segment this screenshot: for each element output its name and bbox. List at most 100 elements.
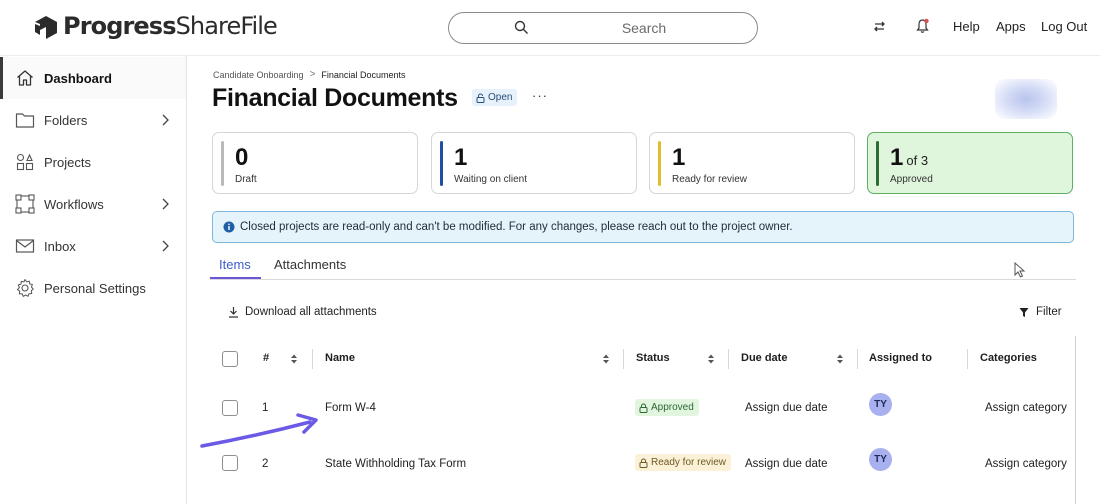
filter-icon — [1019, 307, 1029, 317]
folder-icon — [15, 113, 35, 128]
sidebar-item-inbox[interactable]: Inbox — [0, 225, 186, 267]
stat-color-bar — [658, 141, 661, 186]
stat-total: of 3 — [906, 153, 929, 168]
stat-color-bar — [876, 141, 879, 186]
assign-due-date-link[interactable]: Assign due date — [745, 402, 827, 414]
logo-text: ProgressShareFile — [63, 12, 278, 40]
download-all-attachments-button[interactable]: Download all attachments — [228, 306, 377, 318]
column-divider — [312, 349, 313, 369]
stat-card-approved[interactable]: 1 of 3 Approved — [867, 132, 1073, 194]
row-number: 2 — [262, 458, 269, 470]
stat-card-draft[interactable]: 0 Draft — [212, 132, 418, 194]
download-icon — [229, 307, 238, 318]
sidebar-item-label: Workflows — [44, 197, 104, 212]
row-checkbox[interactable] — [222, 455, 238, 471]
column-header-categories[interactable]: Categories — [980, 352, 1037, 364]
column-header-number[interactable]: # — [263, 352, 269, 364]
lock-icon — [639, 403, 648, 413]
mouse-cursor-icon — [1014, 262, 1026, 278]
column-divider — [623, 349, 624, 369]
stat-label: Waiting on client — [454, 174, 527, 185]
mail-icon — [15, 239, 35, 253]
sort-icon[interactable] — [707, 353, 715, 365]
projects-icon — [16, 153, 34, 171]
status-badge: Approved — [635, 399, 699, 416]
sidebar-item-label: Inbox — [44, 239, 76, 254]
lock-icon — [639, 458, 648, 468]
breadcrumb-parent-link[interactable]: Candidate Onboarding — [213, 70, 304, 80]
select-all-checkbox[interactable] — [222, 351, 238, 367]
progress-sharefile-logo[interactable]: ProgressShareFile — [33, 12, 278, 40]
table-scrollbar[interactable] — [1075, 336, 1076, 504]
status-label: Ready for review — [651, 457, 727, 468]
top-header: ProgressShareFile Help Apps Log Out — [0, 0, 1100, 56]
sidebar-item-dashboard[interactable]: Dashboard — [0, 57, 186, 99]
stat-label: Ready for review — [672, 174, 748, 185]
stat-color-bar — [221, 141, 224, 186]
chevron-right-icon[interactable] — [160, 197, 170, 211]
sidebar-item-projects[interactable]: Projects — [0, 141, 186, 183]
stat-value: 0 — [235, 144, 249, 171]
switch-account-icon[interactable] — [872, 19, 887, 34]
progress-logo-icon — [35, 16, 57, 39]
annotation-arrow-icon — [200, 413, 318, 448]
column-header-status[interactable]: Status — [636, 352, 670, 364]
sidebar: Dashboard Folders Projects Workflows Inb… — [0, 56, 187, 504]
row-name-link[interactable]: Form W-4 — [325, 402, 376, 414]
sidebar-item-folders[interactable]: Folders — [0, 99, 186, 141]
sidebar-item-workflows[interactable]: Workflows — [0, 183, 186, 225]
tab-attachments[interactable]: Attachments — [274, 257, 346, 272]
assignee-avatar[interactable]: TY — [869, 393, 892, 416]
notification-bell-icon[interactable] — [915, 18, 930, 34]
stat-value: 1 of 3 — [890, 144, 929, 171]
column-header-name[interactable]: Name — [325, 352, 355, 364]
filter-label: Filter — [1036, 306, 1062, 318]
assign-category-link[interactable]: Assign category — [985, 402, 1067, 414]
more-options-button[interactable]: ··· — [532, 88, 548, 103]
sort-icon[interactable] — [602, 353, 610, 365]
stat-color-bar — [440, 141, 443, 186]
assign-category-link[interactable]: Assign category — [985, 458, 1067, 470]
column-header-due-date[interactable]: Due date — [741, 352, 787, 364]
stat-label: Draft — [235, 174, 257, 185]
stat-card-waiting[interactable]: 1 Waiting on client — [431, 132, 637, 194]
gear-icon — [17, 279, 34, 297]
status-badge: Open — [472, 89, 518, 106]
sidebar-item-label: Folders — [44, 113, 88, 128]
chevron-right-icon[interactable] — [160, 113, 170, 127]
active-tab-indicator — [210, 277, 261, 279]
sidebar-item-personal-settings[interactable]: Personal Settings — [0, 267, 186, 309]
column-header-assigned-to[interactable]: Assigned to — [869, 352, 932, 364]
sidebar-item-label: Dashboard — [44, 71, 112, 86]
status-badge: Ready for review — [635, 454, 732, 471]
breadcrumb-current: Financial Documents — [321, 69, 406, 80]
unlock-icon — [476, 93, 485, 103]
tab-items[interactable]: Items — [219, 257, 251, 272]
sidebar-item-label: Personal Settings — [44, 281, 146, 296]
assignee-avatar[interactable]: TY — [869, 448, 892, 471]
logout-link[interactable]: Log Out — [1041, 19, 1087, 34]
table-header: # Name Status Due date Assigned to Categ… — [212, 346, 1074, 372]
stat-card-ready-for-review[interactable]: 1 Ready for review — [649, 132, 855, 194]
table-row[interactable]: 2 State Withholding Tax Form Ready for r… — [212, 438, 1074, 488]
column-divider — [967, 349, 968, 369]
stat-value: 1 — [454, 144, 468, 171]
row-name-link[interactable]: State Withholding Tax Form — [325, 458, 466, 470]
help-link[interactable]: Help — [953, 19, 980, 34]
sort-icon[interactable] — [836, 353, 844, 365]
stat-label: Approved — [890, 174, 933, 185]
apps-link[interactable]: Apps — [996, 19, 1026, 34]
column-divider — [857, 349, 858, 369]
filter-button[interactable]: Filter — [1019, 306, 1062, 318]
info-banner-text: Closed projects are read-only and can't … — [240, 221, 793, 233]
search-input[interactable] — [544, 17, 744, 39]
column-divider — [728, 349, 729, 369]
table-row[interactable]: 1 Form W-4 Approved Assign due date TY A… — [212, 383, 1074, 433]
sort-icon[interactable] — [290, 353, 298, 365]
info-banner: Closed projects are read-only and can't … — [212, 211, 1074, 243]
chevron-right-icon[interactable] — [160, 239, 170, 253]
search-bar[interactable] — [448, 12, 758, 44]
page-title: Financial Documents — [212, 84, 458, 112]
assign-due-date-link[interactable]: Assign due date — [745, 458, 827, 470]
avatar[interactable] — [995, 79, 1057, 119]
